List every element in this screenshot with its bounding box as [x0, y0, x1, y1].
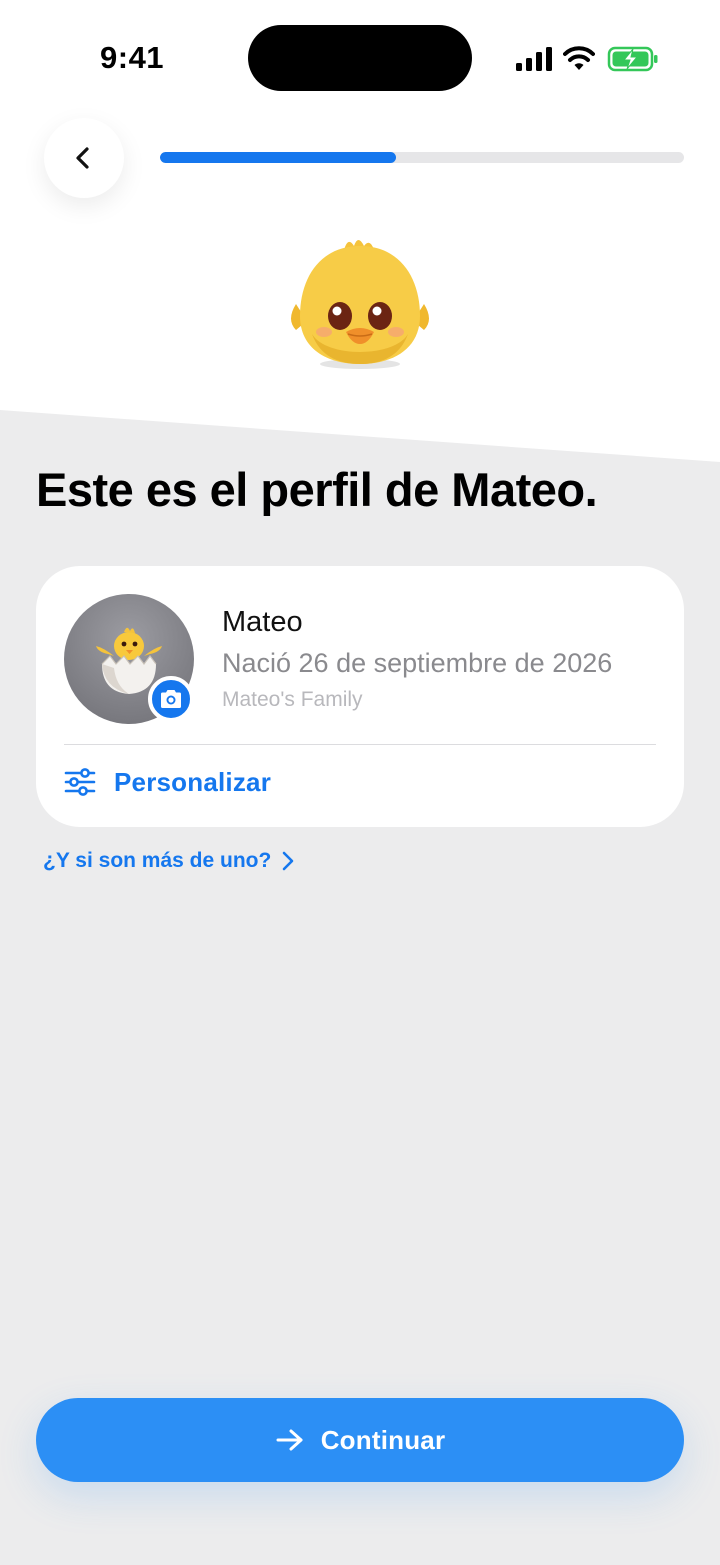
camera-icon [161, 690, 181, 708]
continue-label: Continuar [320, 1424, 446, 1455]
divider [64, 744, 656, 745]
profile-card: Mateo Nació 26 de septiembre de 2026 Mat… [36, 566, 684, 827]
status-time: 9:41 [100, 40, 165, 75]
dynamic-island [248, 25, 472, 91]
page-title: Este es el perfil de Mateo. [36, 463, 598, 516]
status-bar: 9:41 [0, 0, 720, 110]
screen: 9:41 Este es el perfil de Mateo. Mateo N… [0, 0, 720, 1565]
sliders-icon [64, 768, 96, 796]
chevron-left-icon [76, 147, 89, 169]
cellular-signal-icon [516, 47, 552, 71]
multiple-children-link[interactable]: ¿Y si son más de uno? [43, 846, 295, 876]
profile-name: Mateo [222, 606, 303, 638]
wifi-icon [563, 46, 595, 70]
chick-mascot-icon [291, 240, 429, 369]
continue-button[interactable]: Continuar [36, 1398, 684, 1482]
back-button[interactable] [44, 118, 124, 198]
arrow-right-icon [276, 1429, 303, 1451]
onboarding-progress-bar [160, 152, 684, 163]
chevron-right-icon [283, 851, 294, 871]
customize-label: Personalizar [114, 766, 272, 797]
change-photo-button[interactable] [148, 676, 194, 722]
multiple-children-label: ¿Y si son más de uno? [43, 849, 272, 872]
customize-button[interactable]: Personalizar [64, 762, 271, 802]
progress-fill [160, 152, 396, 163]
profile-birth-date: Nació 26 de septiembre de 2026 [222, 648, 613, 678]
profile-family-name: Mateo's Family [222, 688, 363, 711]
battery-charging-icon [607, 46, 658, 72]
